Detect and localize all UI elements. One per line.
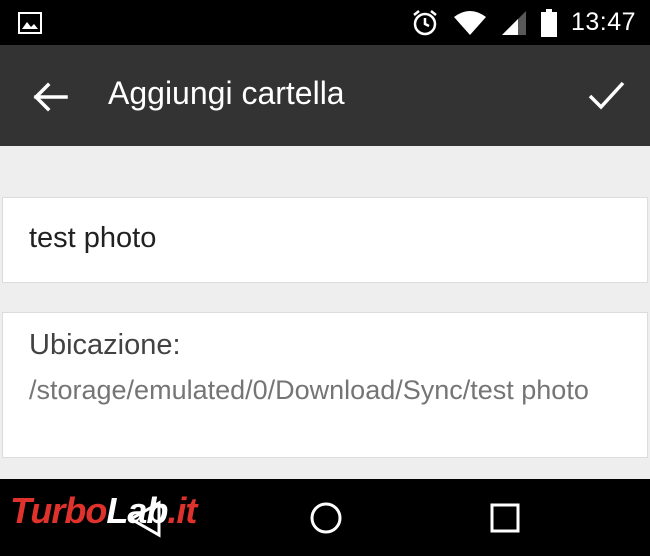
wifi-icon xyxy=(453,10,486,35)
arrow-left-icon[interactable] xyxy=(30,77,70,117)
folder-name-value[interactable]: test photo xyxy=(29,222,156,255)
page-title: Aggiungi cartella xyxy=(108,75,345,111)
toolbar: Aggiungi cartella xyxy=(0,45,650,146)
nav-recents-icon[interactable] xyxy=(490,503,520,533)
gallery-icon xyxy=(18,12,42,34)
status-bar: 13:47 xyxy=(0,0,650,45)
checkmark-icon[interactable] xyxy=(584,73,628,117)
watermark-part3: .it xyxy=(167,490,197,531)
watermark-part2: Lab xyxy=(106,490,168,531)
location-card[interactable]: Ubicazione: /storage/emulated/0/Download… xyxy=(2,312,648,458)
location-path: /storage/emulated/0/Download/Sync/test p… xyxy=(29,375,589,405)
nav-home-icon[interactable] xyxy=(309,501,343,535)
status-clock: 13:47 xyxy=(570,8,636,36)
battery-icon xyxy=(540,8,557,37)
watermark-part1: Turbo xyxy=(10,490,107,531)
folder-name-field[interactable]: test photo xyxy=(2,197,648,283)
signal-icon xyxy=(501,10,526,35)
alarm-icon xyxy=(413,9,437,35)
watermark-logo: TurboLab.it xyxy=(10,490,197,540)
location-label: Ubicazione: xyxy=(29,329,181,361)
